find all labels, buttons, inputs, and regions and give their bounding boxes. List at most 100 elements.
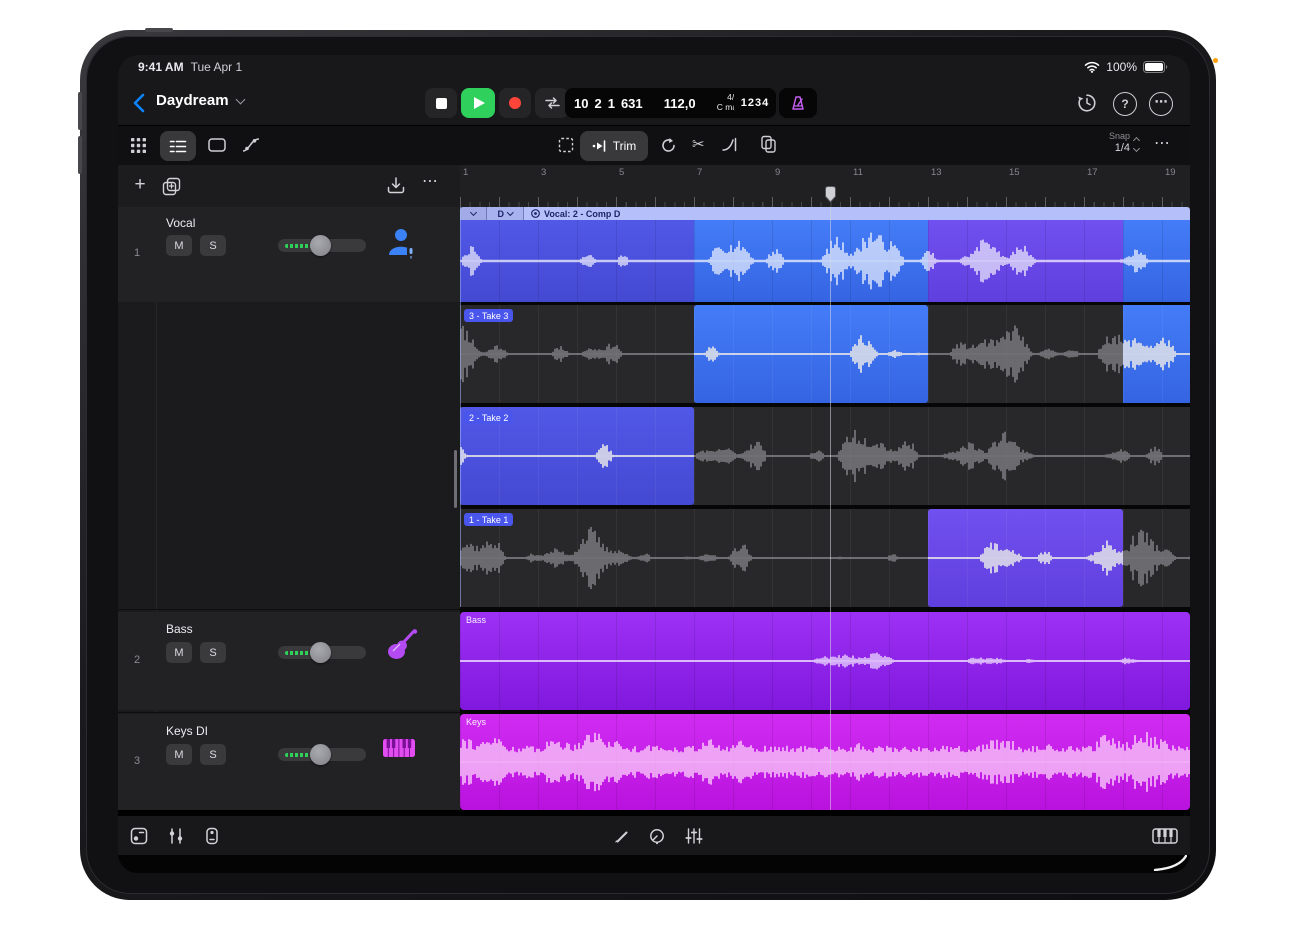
volume-knob[interactable] <box>310 235 331 256</box>
lcd-tempo: 112,0 <box>664 96 696 111</box>
chevron-up-icon <box>1133 137 1140 144</box>
volume-knob[interactable] <box>310 642 331 663</box>
levels-button[interactable] <box>685 827 703 845</box>
region-bass[interactable]: Bass <box>460 612 1190 710</box>
comp-segment[interactable] <box>694 220 928 302</box>
marquee-tool-button[interactable] <box>558 137 575 154</box>
back-button[interactable] <box>132 93 146 113</box>
automation-button[interactable] <box>242 137 260 153</box>
corner-swipe-indicator <box>1153 855 1187 871</box>
region-take-3[interactable] <box>694 305 928 403</box>
tracks-view-button[interactable] <box>160 131 196 161</box>
play-button[interactable] <box>461 88 495 118</box>
paste-tool-button[interactable] <box>760 135 777 153</box>
count-in-button[interactable]: 1234 <box>734 88 776 118</box>
add-track-button[interactable]: + <box>128 173 152 197</box>
region-keys[interactable]: Keys <box>460 714 1190 810</box>
smart-controls-button[interactable] <box>648 827 666 845</box>
trim-tool-button[interactable]: Trim <box>580 131 648 161</box>
plugins-icon <box>204 827 220 845</box>
region-take-1[interactable] <box>928 509 1123 607</box>
solo-button[interactable]: S <box>200 235 226 256</box>
playhead-line[interactable] <box>830 207 831 810</box>
volume-slider[interactable] <box>278 646 366 659</box>
track-header-bass[interactable]: 2 Bass M S <box>118 612 460 710</box>
volume-knob[interactable] <box>310 744 331 765</box>
record-button[interactable] <box>499 88 531 118</box>
take-lane-1[interactable]: 1 - Take 1 <box>460 509 1190 607</box>
take-lane-3[interactable]: 3 - Take 3 <box>460 305 1190 403</box>
mute-button[interactable]: M <box>166 642 192 663</box>
comp-region-header: D Vocal: 2 - Comp D <box>460 207 1190 220</box>
track-number: 1 <box>118 247 156 259</box>
metronome-button[interactable] <box>779 88 817 118</box>
fade-tool-button[interactable] <box>722 137 738 152</box>
comp-icon <box>531 209 540 218</box>
more-icon: ⋯ <box>1154 133 1170 153</box>
status-date: Tue Apr 1 <box>191 60 243 74</box>
region-take-3[interactable] <box>1123 305 1190 403</box>
ruler-number: 5 <box>619 167 624 178</box>
volume-slider[interactable] <box>278 239 366 252</box>
comp-segment[interactable] <box>928 220 1123 302</box>
trim-label: Trim <box>613 139 637 153</box>
comp-menu-button[interactable]: D <box>487 207 524 220</box>
stop-button[interactable] <box>425 88 457 118</box>
battery-percent: 100% <box>1106 60 1137 74</box>
mute-button[interactable]: M <box>166 744 192 765</box>
edit-tool-button[interactable] <box>613 828 629 844</box>
solo-button[interactable]: S <box>200 744 226 765</box>
comp-region-title: Vocal: 2 - Comp D <box>544 209 620 219</box>
track-header-vocal[interactable]: 1 Vocal M S <box>118 207 460 302</box>
scissors-icon: ✂ <box>692 135 705 153</box>
loop-tool-button[interactable] <box>660 137 677 154</box>
page: 9:41 AM Tue Apr 1 100% Daydream <box>0 0 1296 929</box>
take-lane-2[interactable]: 2 - Take 2 <box>460 407 1190 505</box>
cycle-button[interactable] <box>535 88 569 118</box>
playhead-handle[interactable] <box>824 185 837 208</box>
region-inspector-button[interactable] <box>208 138 226 152</box>
track-header-keys[interactable]: 3 Keys DI M S <box>118 714 460 810</box>
timeline-more-button[interactable]: ⋯ <box>1154 133 1170 153</box>
ruler-number: 9 <box>775 167 780 178</box>
help-button[interactable]: ? <box>1113 92 1137 116</box>
snap-stepper[interactable] <box>1134 138 1139 151</box>
takes-collapse-button[interactable] <box>460 207 487 220</box>
mute-button[interactable]: M <box>166 235 192 256</box>
history-button[interactable] <box>1076 92 1098 114</box>
battery-icon <box>1143 61 1168 73</box>
lcd-display[interactable]: 10 2 1 631 112,0 4/4 C maj <box>565 88 748 118</box>
volume-slider[interactable] <box>278 748 366 761</box>
track-name: Bass <box>166 622 193 636</box>
track-header-more-button[interactable]: ⋯ <box>422 171 438 191</box>
take-badge: 1 - Take 1 <box>464 513 513 526</box>
cells-view-button[interactable] <box>130 137 147 154</box>
header-resize-handle[interactable] <box>454 450 457 508</box>
knob-icon <box>648 827 666 845</box>
region-icon <box>208 138 226 152</box>
browser-icon <box>130 827 148 845</box>
plugins-button[interactable] <box>204 827 220 845</box>
project-title-button[interactable]: Daydream <box>156 92 244 109</box>
pencil-indicator <box>1213 58 1218 63</box>
snap-control[interactable]: Snap 1/4 <box>1080 131 1130 155</box>
browsers-button[interactable] <box>130 827 148 845</box>
mixer-button[interactable] <box>167 827 185 845</box>
comp-segment[interactable] <box>1123 220 1190 302</box>
ruler[interactable]: 135791113151719 <box>460 165 1190 208</box>
region-vocal-comp[interactable]: D Vocal: 2 - Comp D <box>460 207 1190 302</box>
more-options-button[interactable]: ⋯ <box>1149 92 1173 116</box>
import-button[interactable] <box>386 176 406 195</box>
cycle-icon <box>544 96 561 110</box>
duplicate-track-button[interactable] <box>162 177 181 196</box>
secondary-toolbar: Trim ✂ Snap 1/4 ⋯ <box>118 125 1190 166</box>
play-surface-button[interactable] <box>1152 828 1178 844</box>
fade-icon <box>722 137 738 152</box>
track-controls-row: + ⋯ 135791113151719 <box>118 165 1190 207</box>
solo-button[interactable]: S <box>200 642 226 663</box>
split-tool-button[interactable]: ✂ <box>692 135 705 153</box>
lcd-tick: 631 <box>621 96 643 111</box>
comp-segment[interactable] <box>460 220 694 302</box>
more-icon: ⋯ <box>1155 94 1168 110</box>
vocal-track-icon <box>386 225 418 266</box>
